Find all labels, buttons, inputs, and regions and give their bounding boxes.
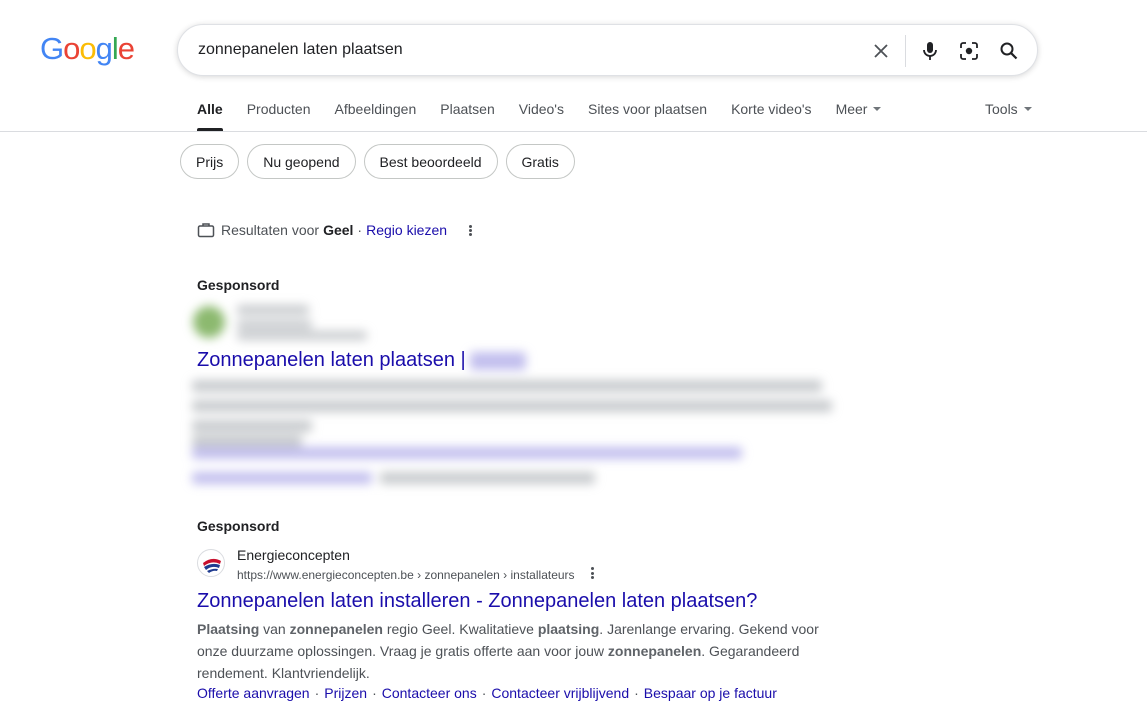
site-url[interactable]: https://www.energieconcepten.be › zonnep…	[237, 568, 575, 582]
blurred-text	[192, 435, 302, 447]
logo-letter: g	[95, 31, 113, 66]
sitelink-bespaar-op-je-factuur[interactable]: Bespaar op je factuur	[644, 685, 777, 701]
ad-title-link[interactable]: Zonnepanelen laten plaatsen |	[197, 349, 466, 372]
snippet-highlight: plaatsing	[537, 621, 600, 637]
caret-down-icon	[1023, 107, 1032, 112]
sitelink-separator: ·	[634, 685, 639, 701]
tab-meer-label: Meer	[835, 101, 868, 117]
sitelink-separator: ·	[314, 685, 320, 701]
search-divider	[905, 35, 906, 67]
tab-alle[interactable]: Alle	[197, 101, 223, 131]
tab-videos[interactable]: Video's	[519, 101, 564, 131]
ad-title-link[interactable]: Zonnepanelen laten installeren - Zonnepa…	[197, 590, 757, 613]
snippet-highlight: zonnepanelen	[289, 621, 383, 637]
blurred-text	[192, 380, 822, 392]
search-icon[interactable]	[996, 38, 1022, 64]
more-options-icon[interactable]	[469, 224, 473, 236]
chip-best-beoordeeld[interactable]: Best beoordeeld	[363, 144, 498, 179]
region-separator: ·	[357, 222, 363, 238]
logo-letter: o	[63, 31, 80, 66]
microphone-icon[interactable]	[917, 38, 943, 64]
lens-camera-icon[interactable]	[956, 38, 982, 64]
logo-letter: e	[117, 31, 135, 66]
ad-title-text: Zonnepanelen laten plaatsen |	[197, 349, 466, 371]
tab-meer[interactable]: Meer	[836, 101, 882, 131]
clear-icon[interactable]	[868, 38, 894, 64]
logo-letter: G	[40, 31, 64, 66]
snippet-text: van	[259, 621, 290, 637]
blurred-text	[192, 400, 832, 412]
blurred-text	[192, 447, 742, 459]
sitelink-contacteer-vrijblijvend[interactable]: Contacteer vrijblijvend	[491, 685, 629, 701]
chip-nu-geopend[interactable]: Nu geopend	[247, 144, 356, 179]
sitelink-separator: ·	[481, 685, 487, 701]
blurred-text	[237, 331, 367, 340]
region-line: Resultaten voor Geel · Regio kiezen	[197, 222, 473, 238]
site-name[interactable]: Energieconcepten	[237, 547, 350, 563]
search-input[interactable]: zonnepanelen laten plaatsen	[198, 41, 403, 59]
tabs-divider	[0, 131, 1147, 132]
google-logo[interactable]: Google	[40, 31, 135, 67]
ad-title-text: Zonnepanelen laten installeren - Zonnepa…	[197, 590, 758, 612]
snippet-highlight: zonnepanelen	[607, 643, 702, 659]
tab-afbeeldingen[interactable]: Afbeeldingen	[335, 101, 417, 131]
search-tabs: Alle Producten Afbeeldingen Plaatsen Vid…	[197, 101, 905, 131]
search-box[interactable]: zonnepanelen laten plaatsen	[177, 24, 1038, 76]
sponsored-label: Gesponsord	[197, 518, 280, 534]
energieconcepten-favicon	[197, 549, 225, 577]
ad-sitelinks: Offerte aanvragen · Prijzen · Contacteer ons…	[197, 685, 777, 701]
caret-down-icon	[873, 107, 882, 112]
region-prefix: Resultaten voor	[221, 222, 320, 238]
sitelink-offerte-aanvragen[interactable]: Offerte aanvragen	[197, 685, 310, 701]
blurred-text	[380, 472, 595, 484]
logo-letter: o	[79, 31, 96, 66]
blurred-text	[237, 320, 312, 329]
tab-producten[interactable]: Producten	[247, 101, 311, 131]
blurred-text	[470, 352, 526, 370]
ad-snippet: Plaatsing van zonnepanelen regio Geel. K…	[197, 618, 837, 684]
blurred-text	[192, 420, 312, 432]
snippet-highlight: Plaatsing	[197, 621, 260, 637]
filter-chips: Prijs Nu geopend Best beoordeeld Gratis	[180, 144, 583, 179]
chip-gratis[interactable]: Gratis	[505, 144, 575, 179]
sponsored-label: Gesponsord	[197, 277, 280, 293]
more-options-icon[interactable]	[591, 567, 594, 579]
regio-kiezen-link[interactable]: Regio kiezen	[366, 222, 447, 238]
tab-plaatsen[interactable]: Plaatsen	[440, 101, 494, 131]
snippet-text: regio Geel. Kwalitatieve	[382, 621, 538, 637]
sitelink-separator: ·	[372, 685, 377, 701]
region-place: Geel	[323, 222, 354, 238]
tab-sites-voor-plaatsen[interactable]: Sites voor plaatsen	[588, 101, 707, 131]
tools-label: Tools	[985, 101, 1018, 117]
blurred-text	[192, 472, 372, 484]
tab-korte-videos[interactable]: Korte video's	[731, 101, 812, 131]
chip-prijs[interactable]: Prijs	[180, 144, 240, 179]
sitelink-prijzen[interactable]: Prijzen	[324, 685, 367, 701]
sitelink-contacteer-ons[interactable]: Contacteer ons	[382, 685, 477, 701]
blurred-favicon	[193, 306, 225, 338]
tools-button[interactable]: Tools	[985, 101, 1032, 117]
briefcase-icon	[197, 223, 215, 238]
blurred-text	[237, 305, 309, 315]
